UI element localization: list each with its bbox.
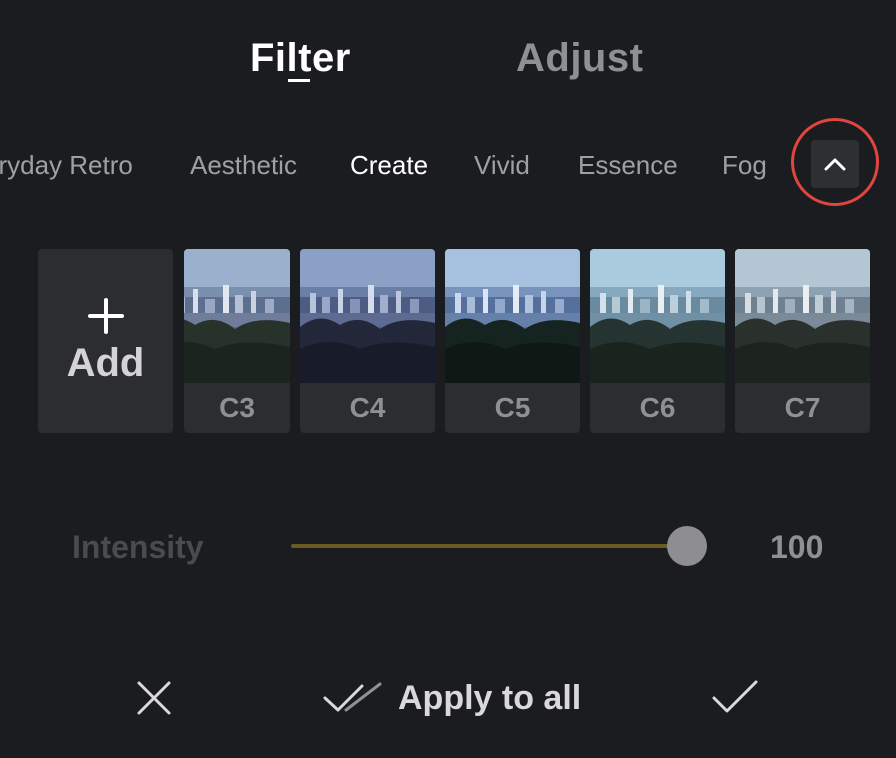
cancel-button[interactable] — [134, 678, 174, 718]
active-tab-indicator — [288, 79, 310, 82]
filter-thumbnail — [590, 249, 725, 383]
apply-to-all-button[interactable]: Apply to all — [322, 676, 581, 720]
category-everyday-retro[interactable]: eryday Retro — [0, 148, 133, 182]
add-filter-button[interactable]: Add — [38, 249, 173, 433]
confirm-button[interactable] — [710, 678, 760, 718]
filter-thumbnail — [445, 249, 580, 383]
category-fog[interactable]: Fog — [722, 148, 767, 182]
filter-label: C4 — [349, 392, 386, 423]
filter-label: C5 — [494, 392, 531, 423]
plus-icon — [87, 297, 124, 334]
category-essence[interactable]: Essence — [578, 148, 678, 182]
filter-tile-c5[interactable]: C5 — [445, 249, 580, 433]
tab-filter[interactable]: Filter — [250, 34, 351, 82]
intensity-slider-track[interactable] — [291, 544, 688, 548]
filter-label: C7 — [784, 392, 821, 423]
apply-to-all-label: Apply to all — [398, 678, 582, 717]
filter-label: C6 — [639, 392, 676, 423]
category-create[interactable]: Create — [350, 148, 428, 182]
filter-label: C3 — [219, 392, 255, 423]
tab-adjust[interactable]: Adjust — [516, 34, 643, 82]
category-aesthetic[interactable]: Aesthetic — [190, 148, 297, 182]
filter-tile-c6[interactable]: C6 — [590, 249, 725, 433]
check-icon — [712, 680, 758, 713]
intensity-slider-handle[interactable] — [667, 526, 707, 566]
filter-thumbnail — [184, 249, 290, 383]
close-icon — [137, 681, 171, 715]
double-check-icon — [323, 682, 382, 712]
category-vivid[interactable]: Vivid — [474, 148, 530, 182]
filter-thumbnail — [300, 249, 435, 383]
add-filter-label: Add — [66, 340, 145, 385]
highlight-ring — [791, 118, 879, 206]
intensity-value: 100 — [770, 529, 824, 565]
filter-thumbnail — [735, 249, 870, 383]
filter-tile-c3[interactable]: C3 — [184, 249, 290, 433]
filter-tile-c7[interactable]: C7 — [735, 249, 870, 433]
filter-tile-c4[interactable]: C4 — [300, 249, 435, 433]
filter-panel: Filter Adjust eryday Retro Aesthetic Cre… — [0, 0, 896, 758]
intensity-label: Intensity — [72, 529, 204, 565]
